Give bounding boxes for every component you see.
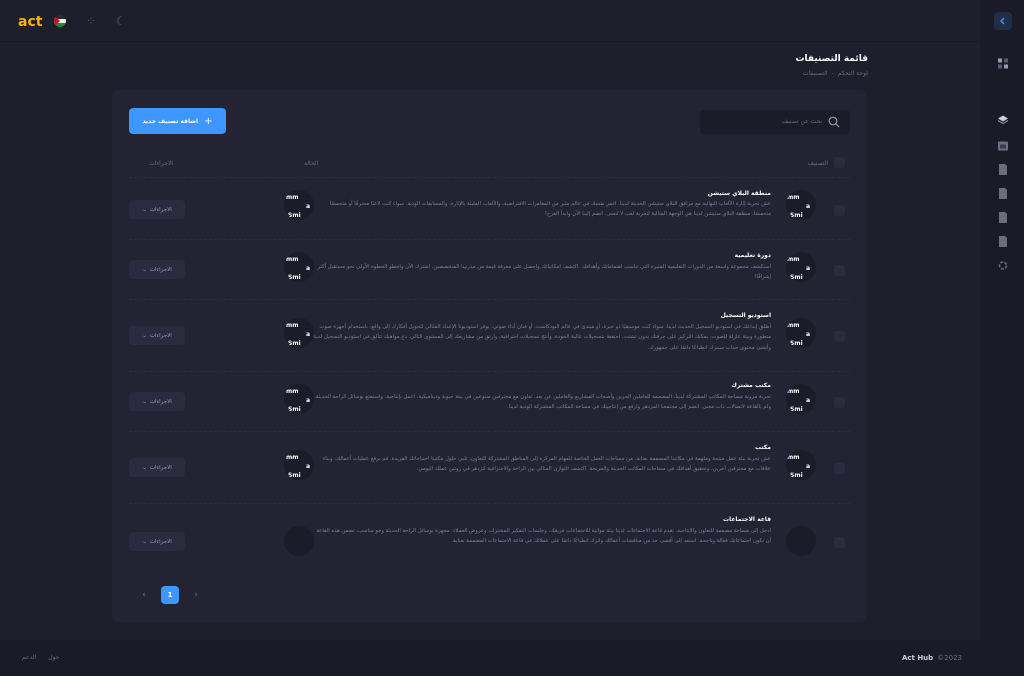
table-row: مكتب مشترك تجربة مرونة مساحة المكاتب الم…: [129, 372, 850, 432]
status-image: mm a Smi: [284, 190, 314, 220]
add-button-label: اضافة تصنيف جديد: [142, 117, 199, 125]
breadcrumb-separator: -: [831, 70, 834, 77]
status-image: mm a Smi: [284, 384, 314, 414]
footer-links: الدعم حول: [22, 654, 59, 661]
category-description: عش تجربة إثارة الألعاب النهائية مع مرافق…: [329, 201, 771, 218]
category-description: استكشف مجموعة واسعة من الدورات التعليمية…: [317, 264, 771, 281]
actions-label: الاجراءات: [149, 398, 172, 405]
right-sidebar: [980, 0, 1024, 676]
category-image: mm a Smi: [786, 450, 816, 480]
actions-dropdown-button[interactable]: ⌄ الاجراءات: [129, 532, 185, 551]
category-title: مكتب: [754, 444, 771, 451]
table-row: دورة تعليمية استكشف مجموعة واسعة من الدو…: [129, 240, 850, 300]
table-row: قاعة الاجتماعات ادخل إلى مساحة مصممة للت…: [129, 504, 850, 576]
chevron-down-icon: ⌄: [142, 332, 147, 339]
actions-dropdown-button[interactable]: ⌄ الاجراءات: [129, 326, 185, 345]
actions-dropdown-button[interactable]: ⌄ الاجراءات: [129, 392, 185, 411]
top-bar: act ⁘ ☾: [0, 0, 980, 42]
status-image: mm a Smi: [284, 450, 314, 480]
add-category-button[interactable]: اضافة تصنيف جديد +: [129, 108, 226, 134]
jordan-flag-icon[interactable]: [54, 15, 66, 27]
chevron-down-icon: ⌄: [142, 464, 147, 471]
calendar-icon[interactable]: [998, 140, 1008, 151]
row-checkbox[interactable]: [834, 397, 845, 408]
document-icon[interactable]: [998, 164, 1008, 175]
category-title: مكتب مشترك: [731, 382, 771, 389]
actions-dropdown-button[interactable]: ⌄ الاجراءات: [129, 458, 185, 477]
status-image-empty: [284, 526, 314, 556]
category-title: قاعة الاجتماعات: [723, 516, 771, 523]
sidebar-toggle-button[interactable]: [994, 12, 1012, 30]
chevron-down-icon: ⌄: [142, 266, 147, 273]
document-icon[interactable]: [998, 188, 1008, 199]
row-checkbox[interactable]: [834, 331, 845, 342]
dots-icon[interactable]: ⁘: [84, 14, 98, 28]
category-description: تجربة مرونة مساحة المكاتب المشتركة لدينا…: [314, 394, 771, 411]
category-image: mm a Smi: [786, 190, 816, 220]
table-row: منطقة البلاي ستيشن عش تجربة إثارة الألعا…: [129, 180, 850, 240]
actions-label: الاجراءات: [149, 266, 172, 273]
row-checkbox[interactable]: [834, 265, 845, 276]
svg-text:act: act: [18, 14, 43, 30]
footer-link[interactable]: حول: [48, 654, 59, 661]
page-title: قائمة التصنيفات: [795, 54, 868, 64]
col-actions-header: الاجراءات: [149, 160, 173, 167]
footer-link[interactable]: الدعم: [22, 654, 36, 661]
chevron-left-icon: [1000, 17, 1005, 25]
category-image: mm a Smi: [786, 384, 816, 414]
actions-label: الاجراءات: [149, 206, 172, 213]
breadcrumb: التصنيفات - لوحة التحكم: [803, 70, 868, 77]
moon-icon[interactable]: ☾: [114, 14, 128, 28]
category-title: دورة تعليمية: [734, 252, 771, 259]
layers-icon[interactable]: [998, 115, 1008, 126]
category-description: أطلق إبداعك في استوديو التسجيل الحديث لد…: [313, 324, 771, 351]
footer: الدعم حول Act Hub ©2023: [0, 640, 980, 676]
category-description: عش تجربة بيئة عمل منتجة وملهمة في مكاتبن…: [322, 456, 771, 473]
footer-brand-name[interactable]: Act Hub: [902, 654, 933, 662]
dashboard-icon[interactable]: [998, 58, 1008, 69]
category-image: mm a Smi: [786, 252, 816, 282]
breadcrumb-item[interactable]: لوحة التحكم: [838, 70, 868, 77]
prev-page-icon[interactable]: ‹: [137, 588, 151, 602]
next-page-icon[interactable]: ›: [189, 588, 203, 602]
col-status-header: الحالة: [304, 160, 319, 167]
status-image: mm a Smi: [284, 318, 314, 348]
breadcrumb-item[interactable]: التصنيفات: [803, 70, 828, 77]
chevron-down-icon: ⌄: [142, 398, 147, 405]
table-header: الاجراءات الحالة التصنيف: [129, 150, 850, 178]
categories-card: اضافة تصنيف جديد + بحث عن تصنيف الاجراءا…: [112, 90, 867, 622]
act-logo[interactable]: act: [18, 11, 44, 31]
actions-dropdown-button[interactable]: ⌄ الاجراءات: [129, 200, 185, 219]
document-icon[interactable]: [998, 212, 1008, 223]
row-checkbox[interactable]: [834, 537, 845, 548]
category-title: منطقة البلاي ستيشن: [707, 190, 771, 197]
search-input[interactable]: بحث عن تصنيف: [700, 110, 850, 134]
category-image-empty: [786, 526, 816, 556]
select-all-checkbox[interactable]: [834, 157, 845, 168]
page-number-button[interactable]: 1: [161, 586, 179, 604]
actions-label: الاجراءات: [149, 538, 172, 545]
actions-dropdown-button[interactable]: ⌄ الاجراءات: [129, 260, 185, 279]
table-row: استوديو التسجيل أطلق إبداعك في استوديو ا…: [129, 300, 850, 372]
footer-brand: Act Hub ©2023: [902, 654, 962, 662]
table-row: مكتب عش تجربة بيئة عمل منتجة وملهمة في م…: [129, 432, 850, 504]
document-icon[interactable]: [998, 236, 1008, 247]
chevron-down-icon: ⌄: [142, 206, 147, 213]
actions-label: الاجراءات: [149, 464, 172, 471]
category-title: استوديو التسجيل: [720, 312, 771, 319]
row-checkbox[interactable]: [834, 463, 845, 474]
search-icon: [828, 116, 840, 128]
footer-year: ©2023: [937, 654, 962, 662]
pagination: ‹ 1 ›: [137, 586, 203, 604]
chevron-down-icon: ⌄: [142, 538, 147, 545]
status-image: mm a Smi: [284, 252, 314, 282]
actions-label: الاجراءات: [149, 332, 172, 339]
category-image: mm a Smi: [786, 318, 816, 348]
loader-icon[interactable]: [998, 260, 1008, 271]
row-checkbox[interactable]: [834, 205, 845, 216]
search-placeholder: بحث عن تصنيف: [781, 118, 822, 125]
col-category-header: التصنيف: [807, 160, 828, 167]
plus-icon: +: [204, 115, 213, 127]
category-description: ادخل إلى مساحة مصممة للتعاون والإنتاجية.…: [316, 528, 771, 545]
